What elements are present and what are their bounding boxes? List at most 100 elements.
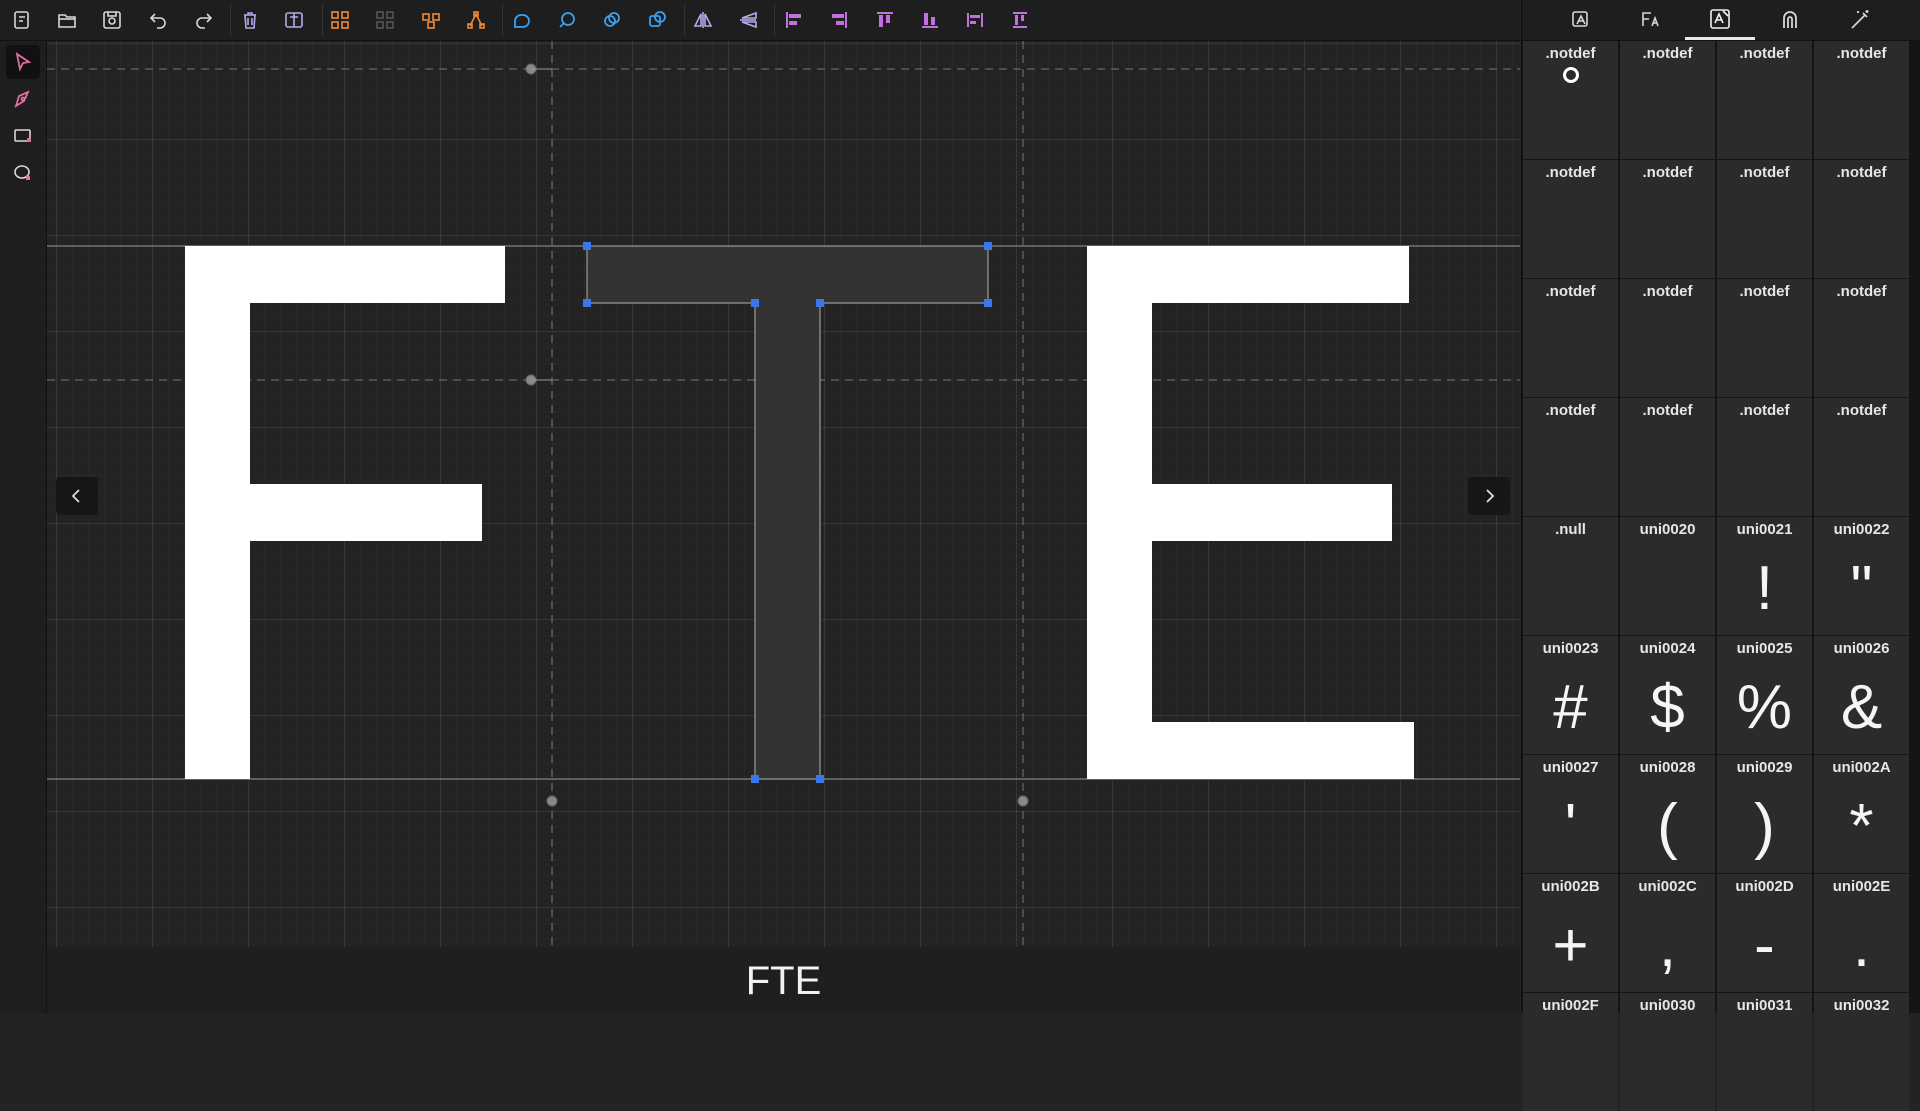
undo-icon[interactable] bbox=[144, 6, 172, 34]
glyph-cell-label: .notdef bbox=[1739, 45, 1790, 62]
magic-wand-icon bbox=[1851, 10, 1869, 29]
new-file-icon[interactable] bbox=[8, 6, 36, 34]
glyph-cell-label: uni0029 bbox=[1736, 759, 1793, 776]
open-folder-icon[interactable] bbox=[53, 6, 81, 34]
glyph-cell[interactable]: .null bbox=[1523, 517, 1618, 635]
glyph-cell[interactable]: .notdef bbox=[1523, 41, 1618, 159]
previous-glyph-button[interactable] bbox=[56, 477, 98, 515]
glyph-cell-label: uni002D bbox=[1735, 878, 1794, 895]
align-bottom-icon[interactable] bbox=[916, 6, 944, 34]
glyph-cell[interactable]: uni0020 bbox=[1620, 517, 1715, 635]
shape-union-icon[interactable] bbox=[508, 6, 536, 34]
align-right-icon[interactable] bbox=[825, 6, 853, 34]
redo-icon[interactable] bbox=[190, 6, 218, 34]
ungroup-icon[interactable] bbox=[371, 6, 399, 34]
shape-intersect-icon[interactable] bbox=[598, 6, 626, 34]
glyph-cell-label: uni0025 bbox=[1736, 640, 1793, 657]
glyph-cell-preview: ! bbox=[1755, 554, 1774, 623]
glyph-cell[interactable]: .notdef bbox=[1814, 160, 1909, 278]
distribute-vertical-icon[interactable] bbox=[1006, 6, 1034, 34]
glyph-cell[interactable]: uni0031 bbox=[1717, 993, 1812, 1111]
glyph-f bbox=[185, 246, 505, 779]
chevron-left-icon bbox=[71, 489, 80, 503]
glyph-cell[interactable]: uni0029) bbox=[1717, 755, 1812, 873]
glyph-cell[interactable]: uni002E. bbox=[1814, 874, 1909, 992]
glyph-cell-label: .notdef bbox=[1642, 164, 1693, 181]
glyph-cell-label: uni0022 bbox=[1833, 521, 1890, 538]
glyph-cell[interactable]: .notdef bbox=[1814, 41, 1909, 159]
glyph-cell[interactable]: .notdef bbox=[1717, 398, 1812, 516]
preview-text[interactable]: FTE bbox=[47, 959, 1520, 1004]
glyph-cell-label: .notdef bbox=[1739, 283, 1790, 300]
glyph-canvas[interactable] bbox=[47, 41, 1520, 947]
glyph-cell[interactable]: uni0023 # bbox=[1523, 636, 1618, 754]
glyph-cell[interactable]: uni002C, bbox=[1620, 874, 1715, 992]
glyph-cell[interactable]: .notdef bbox=[1717, 279, 1812, 397]
glyph-cell-label: uni0031 bbox=[1736, 997, 1793, 1014]
glyph-cell[interactable]: .notdef bbox=[1814, 279, 1909, 397]
glyph-cell[interactable]: .notdef bbox=[1523, 398, 1618, 516]
frame-icon[interactable] bbox=[280, 6, 308, 34]
glyph-cell[interactable]: uni002B + bbox=[1523, 874, 1618, 992]
glyph-cell[interactable]: uni002D - bbox=[1717, 874, 1812, 992]
glyph-cell-label: uni0024 bbox=[1639, 640, 1696, 657]
save-icon[interactable] bbox=[98, 6, 126, 34]
glyph-cell[interactable]: .notdef bbox=[1814, 398, 1909, 516]
glyph-cell-label: uni002E bbox=[1832, 878, 1891, 895]
path-points-icon[interactable] bbox=[462, 6, 490, 34]
glyph-cell[interactable]: .notdef bbox=[1620, 41, 1715, 159]
glyph-cell[interactable]: .notdef bbox=[1717, 160, 1812, 278]
glyphs-tab[interactable] bbox=[1685, 0, 1755, 40]
flip-vertical-icon[interactable] bbox=[734, 6, 762, 34]
text-preview-bar: FTE bbox=[47, 947, 1520, 1013]
glyph-cell[interactable]: .notdef bbox=[1620, 279, 1715, 397]
shape-subtract-icon[interactable] bbox=[553, 6, 581, 34]
glyph-cell[interactable]: uni0022 " bbox=[1814, 517, 1909, 635]
glyph-cell[interactable]: .notdef bbox=[1620, 160, 1715, 278]
glyph-cell-label: .notdef bbox=[1545, 283, 1596, 300]
glyph-cell[interactable]: uni0030 bbox=[1620, 993, 1715, 1111]
glyph-cell[interactable]: uni0028 ( bbox=[1620, 755, 1715, 873]
glyph-cell-label: .null bbox=[1555, 521, 1586, 538]
distribute-horizontal-icon[interactable] bbox=[961, 6, 989, 34]
glyph-cell[interactable]: uni0032 bbox=[1814, 993, 1909, 1111]
kerning-icon bbox=[1783, 11, 1797, 28]
delete-icon[interactable] bbox=[236, 6, 264, 34]
glyph-cell-preview: * bbox=[1849, 792, 1874, 861]
main-toolbar bbox=[0, 0, 1520, 41]
glyph-cell-label: .notdef bbox=[1836, 164, 1887, 181]
glyph-cell[interactable]: .notdef bbox=[1717, 41, 1812, 159]
flip-horizontal-icon[interactable] bbox=[689, 6, 717, 34]
glyph-cell[interactable]: uni0024 $ bbox=[1620, 636, 1715, 754]
glyph-cell-preview: - bbox=[1754, 911, 1775, 980]
glyph-cell[interactable]: uni0025% bbox=[1717, 636, 1812, 754]
glyph-cell[interactable]: uni0026 & bbox=[1814, 636, 1909, 754]
arrange-icon[interactable] bbox=[417, 6, 445, 34]
magic-tab[interactable] bbox=[1825, 0, 1895, 40]
glyph-e bbox=[1087, 246, 1414, 779]
font-settings-tab[interactable] bbox=[1616, 0, 1686, 40]
glyph-cell[interactable]: .notdef bbox=[1523, 279, 1618, 397]
glyph-cell-label: uni002B bbox=[1541, 878, 1600, 895]
glyph-cell-preview: . bbox=[1852, 911, 1871, 980]
glyph-cell[interactable]: uni002A * bbox=[1814, 755, 1909, 873]
glyph-cell[interactable]: uni002F bbox=[1523, 993, 1618, 1111]
glyph-cell[interactable]: .notdef bbox=[1620, 398, 1715, 516]
glyph-info-tab[interactable] bbox=[1546, 0, 1616, 40]
kerning-tab[interactable] bbox=[1755, 0, 1825, 40]
glyph-cell-preview: # bbox=[1553, 673, 1588, 742]
next-glyph-button[interactable] bbox=[1468, 477, 1510, 515]
glyph-cell-label: uni0026 bbox=[1833, 640, 1890, 657]
glyph-cell[interactable]: uni0021! bbox=[1717, 517, 1812, 635]
group-icon[interactable] bbox=[326, 6, 354, 34]
glyph-cell[interactable]: .notdef bbox=[1523, 160, 1618, 278]
glyph-cell-label: uni0030 bbox=[1639, 997, 1696, 1014]
pen-tool-icon[interactable] bbox=[6, 82, 40, 116]
align-top-icon[interactable] bbox=[871, 6, 899, 34]
glyph-cell[interactable]: uni0027 ' bbox=[1523, 755, 1618, 873]
rectangle-tool-icon[interactable] bbox=[6, 119, 40, 153]
select-tool-icon[interactable] bbox=[6, 45, 40, 79]
align-left-icon[interactable] bbox=[780, 6, 808, 34]
shape-exclude-icon[interactable] bbox=[643, 6, 671, 34]
ellipse-tool-icon[interactable] bbox=[6, 156, 40, 190]
